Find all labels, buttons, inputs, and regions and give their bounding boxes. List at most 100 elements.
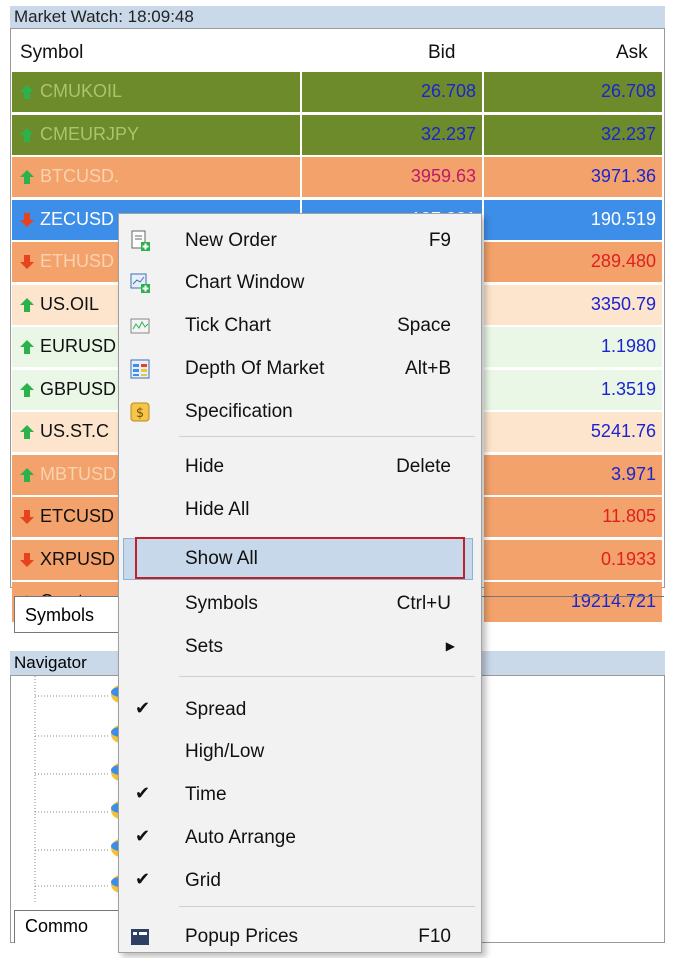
menu-item-label: Grid: [185, 870, 221, 891]
tree-item-icon[interactable]: [35, 839, 131, 857]
tree-item-icon[interactable]: [35, 875, 131, 893]
cell-ask: 289.480: [484, 242, 662, 282]
row-ask: 3971.36: [590, 166, 656, 186]
menu-item-tick-chart[interactable]: Tick Chart Space: [119, 305, 481, 347]
cell-ask: 11.805: [484, 497, 662, 537]
tree-item-icon[interactable]: [35, 763, 131, 781]
row-ask: 11.805: [602, 506, 656, 526]
menu-item-shortcut: Delete: [396, 456, 451, 477]
svg-text:$: $: [136, 406, 144, 421]
cell-bid: 32.237: [302, 114, 482, 155]
table-row[interactable]: CMEURJPY 32.237 32.237: [12, 114, 662, 155]
tree-item-icon[interactable]: [35, 685, 131, 703]
menu-item-shortcut: Alt+B: [405, 358, 451, 379]
menu-item-show-all[interactable]: Show All: [119, 538, 481, 580]
tick-chart-icon: [129, 315, 151, 337]
menu-item-popup-prices[interactable]: Popup Prices F10: [119, 916, 481, 958]
menu-item-label: Sets: [185, 636, 224, 657]
check-icon: ✔: [135, 826, 151, 846]
menu-item-chart-window[interactable]: Chart Window: [119, 262, 481, 304]
menu-item-label: Symbols: [185, 593, 258, 614]
menu-item-label: High/Low: [185, 741, 265, 762]
cell-ask: 1.1980: [484, 327, 662, 367]
new-order-icon: [129, 230, 151, 252]
menu-item-label: Depth Of Market: [185, 358, 325, 379]
cell-ask: 32.237: [484, 114, 662, 155]
row-ask: 3.971: [610, 463, 656, 484]
menu-separator: [179, 436, 475, 437]
depth-of-market-icon: [129, 358, 151, 380]
tree-item-icon[interactable]: [35, 725, 131, 743]
check-icon: ✔: [135, 869, 151, 889]
menu-item-label: Hide: [185, 456, 225, 477]
row-bid: 3959.63: [410, 166, 476, 186]
row-ask: 289.480: [590, 251, 656, 271]
arrow-up-icon: [20, 467, 34, 482]
row-symbol: BTCUSD.: [40, 166, 120, 186]
row-symbol: CMUKOIL: [40, 81, 123, 101]
menu-item-depth-of-market[interactable]: Depth Of Market Alt+B: [119, 348, 481, 390]
cell-ask: 3.971: [484, 454, 662, 495]
header-symbol[interactable]: Symbol: [20, 42, 83, 64]
menu-item-label: New Order: [185, 230, 277, 251]
menu-item-symbols[interactable]: Symbols Ctrl+U: [119, 583, 481, 625]
menu-item-specification[interactable]: $ Specification: [119, 391, 481, 433]
popup-prices-icon: [129, 926, 151, 948]
cell-ask: 3350.79: [484, 284, 662, 325]
menu-item-label: Auto Arrange: [185, 827, 296, 848]
arrow-down-icon: [20, 255, 34, 269]
menu-separator: [179, 906, 475, 907]
tab-common[interactable]: Commo: [14, 910, 124, 943]
row-ask: 1.1980: [600, 336, 656, 356]
table-row[interactable]: BTCUSD. 3959.63 3971.36: [12, 157, 662, 197]
cell-ask: 0.1933: [484, 539, 662, 580]
row-symbol: EURUSD: [40, 336, 117, 356]
row-symbol: GBPUSD: [40, 378, 117, 399]
cell-ask: 5241.76: [484, 412, 662, 452]
market-watch-title: Market Watch: 18:09:48: [10, 6, 665, 28]
cell-bid: 26.708: [302, 72, 482, 112]
row-bid: 26.708: [420, 81, 476, 101]
cell-bid: 3959.63: [302, 157, 482, 197]
menu-item-label: Spread: [185, 699, 247, 720]
header-ask[interactable]: Ask: [616, 42, 648, 64]
cell-ask: 26.708: [484, 72, 662, 112]
arrow-up-icon: [20, 170, 34, 184]
menu-item-grid[interactable]: ✔ Grid: [119, 860, 481, 902]
menu-item-spread[interactable]: ✔ Spread: [119, 689, 481, 731]
arrow-down-icon: [20, 552, 34, 567]
submenu-arrow-icon: ▶: [445, 639, 455, 653]
check-icon: ✔: [135, 783, 151, 803]
cell-sym: CMEURJPY: [12, 114, 300, 155]
cell-ask: 190.519: [484, 199, 662, 240]
row-symbol: US.ST.C: [40, 421, 110, 441]
menu-item-time[interactable]: ✔ Time: [119, 774, 481, 816]
menu-item-sets[interactable]: Sets ▶: [119, 626, 481, 668]
menu-item-label: Hide All: [185, 499, 250, 520]
row-ask: 26.708: [600, 81, 656, 101]
menu-item-auto-arrange[interactable]: ✔ Auto Arrange: [119, 817, 481, 859]
row-ask: 5241.76: [590, 421, 656, 441]
check-icon: ✔: [135, 698, 151, 718]
arrow-up-icon: [20, 297, 34, 312]
row-ask: 3350.79: [590, 293, 656, 314]
menu-item-new-order[interactable]: New Order F9: [119, 220, 481, 262]
menu-item-high-low[interactable]: High/Low: [119, 731, 481, 773]
row-symbol: CMEURJPY: [40, 123, 140, 144]
cell-sym: CMUKOIL: [12, 72, 300, 112]
tree-item-icon[interactable]: [35, 801, 131, 819]
menu-item-hide[interactable]: Hide Delete: [119, 446, 481, 488]
tab-symbols[interactable]: Symbols: [14, 597, 119, 633]
header-bid[interactable]: Bid: [428, 42, 455, 64]
row-ask: 190.519: [590, 208, 656, 229]
row-ask: 1.3519: [600, 378, 656, 399]
row-symbol: XRPUSD: [40, 548, 116, 569]
menu-item-hide-all[interactable]: Hide All: [119, 489, 481, 531]
row-symbol: US.OIL: [40, 293, 100, 314]
table-row[interactable]: CMUKOIL 26.708 26.708: [12, 72, 662, 112]
arrow-down-icon: [20, 510, 34, 524]
menu-item-shortcut: Ctrl+U: [396, 593, 451, 614]
arrow-up-icon: [20, 85, 34, 99]
row-ask: 32.237: [600, 123, 656, 144]
menu-item-label: Chart Window: [185, 272, 305, 293]
